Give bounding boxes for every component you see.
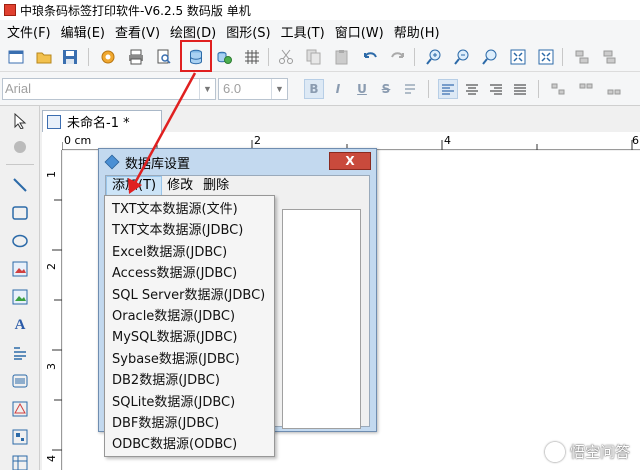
format-toolbar: Arial ▼ 6.0 ▼ B I U S bbox=[0, 72, 640, 106]
menu-item-mysql-jdbc[interactable]: MySQL数据源(JDBC) bbox=[105, 327, 274, 348]
add-data-source-menu: TXT文本数据源(文件) TXT文本数据源(JDBC) Excel数据源(JDB… bbox=[104, 195, 275, 457]
app-icon bbox=[4, 4, 16, 16]
menu-item-sqlite-jdbc[interactable]: SQLite数据源(JDBC) bbox=[105, 392, 274, 413]
select-pointer-icon[interactable] bbox=[9, 110, 31, 132]
print-icon[interactable] bbox=[126, 47, 146, 67]
save-icon[interactable] bbox=[60, 47, 80, 67]
main-toolbar bbox=[0, 42, 640, 72]
undo-icon[interactable] bbox=[360, 47, 380, 67]
font-family-value: Arial bbox=[5, 81, 32, 96]
image-tool-icon[interactable] bbox=[9, 258, 31, 280]
fit-page-icon[interactable] bbox=[508, 47, 528, 67]
dialog-title: 数据库设置 bbox=[125, 156, 191, 172]
menu-item-sybase-jdbc[interactable]: Sybase数据源(JDBC) bbox=[105, 349, 274, 370]
distribute-3-icon[interactable] bbox=[604, 79, 624, 99]
menu-tools[interactable]: 工具(T) bbox=[276, 22, 330, 41]
cut-icon[interactable] bbox=[276, 47, 296, 67]
menu-draw[interactable]: 绘图(D) bbox=[165, 22, 221, 41]
window-title: 中琅条码标签打印软件-V6.2.5 数码版 单机 bbox=[20, 3, 251, 18]
zoom-out-icon[interactable] bbox=[452, 47, 472, 67]
font-size-value: 6.0 bbox=[223, 81, 242, 96]
shape-tool-icon[interactable] bbox=[9, 398, 31, 420]
watermark-text: 悟空问答 bbox=[569, 443, 630, 461]
underline-button[interactable]: U bbox=[352, 79, 372, 99]
open-folder-icon[interactable] bbox=[34, 47, 54, 67]
picture-tool-icon[interactable] bbox=[9, 286, 31, 308]
font-family-select[interactable]: Arial ▼ bbox=[2, 78, 216, 100]
chevron-down-icon[interactable]: ▼ bbox=[199, 79, 215, 99]
bold-button[interactable]: B bbox=[304, 79, 324, 99]
settings-gear-icon[interactable] bbox=[98, 47, 118, 67]
strikethrough-button[interactable]: S bbox=[376, 79, 396, 99]
italic-button[interactable]: I bbox=[328, 79, 348, 99]
grid-icon[interactable] bbox=[242, 47, 262, 67]
ellipse-tool-icon[interactable] bbox=[9, 230, 31, 252]
menu-item-txt-jdbc[interactable]: TXT文本数据源(JDBC) bbox=[105, 220, 274, 241]
menu-shape[interactable]: 图形(S) bbox=[221, 22, 275, 41]
barcode-tool-icon[interactable] bbox=[9, 370, 31, 392]
menu-item-dbf-jdbc[interactable]: DBF数据源(JDBC) bbox=[105, 413, 274, 434]
align-center-icon[interactable] bbox=[462, 79, 482, 99]
menu-item-access-jdbc[interactable]: Access数据源(JDBC) bbox=[105, 263, 274, 284]
watermark-logo-icon bbox=[544, 441, 565, 462]
menu-modify[interactable]: 修改 bbox=[162, 176, 198, 196]
menu-item-txt-file[interactable]: TXT文本数据源(文件) bbox=[105, 199, 274, 220]
table-tool-icon[interactable] bbox=[9, 452, 31, 470]
menu-window[interactable]: 窗口(W) bbox=[330, 22, 389, 41]
vertical-ruler: 1 2 3 4 bbox=[42, 150, 62, 470]
highlight-box bbox=[180, 40, 212, 72]
actual-size-icon[interactable] bbox=[536, 47, 556, 67]
copy-icon[interactable] bbox=[304, 47, 324, 67]
title-bar: 中琅条码标签打印软件-V6.2.5 数码版 单机 bbox=[0, 0, 640, 20]
menu-item-db2-jdbc[interactable]: DB2数据源(JDBC) bbox=[105, 370, 274, 391]
close-button[interactable]: X bbox=[329, 152, 371, 170]
align-tool-2-icon[interactable] bbox=[600, 47, 620, 67]
align-right-icon[interactable] bbox=[486, 79, 506, 99]
text-direction-icon[interactable] bbox=[400, 79, 420, 99]
menu-view[interactable]: 查看(V) bbox=[110, 22, 165, 41]
dialog-title-bar: 数据库设置 bbox=[104, 153, 191, 172]
zoom-in-icon[interactable] bbox=[424, 47, 444, 67]
align-left-icon[interactable] bbox=[438, 79, 458, 99]
dialog-menu-bar: 添加(T) 修改 删除 bbox=[106, 176, 369, 196]
menu-delete[interactable]: 删除 bbox=[198, 176, 234, 196]
dialog-app-icon bbox=[104, 154, 120, 170]
database-link-icon[interactable] bbox=[214, 47, 234, 67]
text-tool-icon[interactable]: A bbox=[9, 314, 31, 336]
print-preview-icon[interactable] bbox=[154, 47, 174, 67]
menu-item-oracle-jdbc[interactable]: Oracle数据源(JDBC) bbox=[105, 306, 274, 327]
line-tool-icon[interactable] bbox=[9, 174, 31, 196]
chevron-down-icon[interactable]: ▼ bbox=[271, 79, 287, 99]
qrcode-tool-icon[interactable] bbox=[9, 426, 31, 448]
paste-icon[interactable] bbox=[332, 47, 352, 67]
menu-item-sqlserver-jdbc[interactable]: SQL Server数据源(JDBC) bbox=[105, 285, 274, 306]
menu-help[interactable]: 帮助(H) bbox=[389, 22, 445, 41]
menu-edit[interactable]: 编辑(E) bbox=[56, 22, 110, 41]
justify-icon[interactable] bbox=[510, 79, 530, 99]
document-icon bbox=[47, 114, 61, 129]
rectangle-tool-icon[interactable] bbox=[9, 202, 31, 224]
distribute-icon[interactable] bbox=[548, 79, 568, 99]
pan-tool-icon[interactable] bbox=[9, 136, 31, 158]
rich-text-tool-icon[interactable] bbox=[9, 342, 31, 364]
data-source-list[interactable] bbox=[282, 209, 361, 429]
drawing-tools-panel: A bbox=[0, 106, 40, 470]
document-tab-label: 未命名-1 * bbox=[67, 116, 130, 131]
new-file-icon[interactable] bbox=[6, 47, 26, 67]
watermark: 悟空问答 bbox=[544, 441, 630, 462]
ruler-corner bbox=[42, 132, 62, 150]
document-tab[interactable]: 未命名-1 * bbox=[42, 110, 162, 132]
menu-add[interactable]: 添加(T) bbox=[106, 176, 163, 196]
distribute-2-icon[interactable] bbox=[576, 79, 596, 99]
redo-icon[interactable] bbox=[388, 47, 408, 67]
align-tool-icon[interactable] bbox=[572, 47, 592, 67]
menu-bar: 文件(F) 编辑(E) 查看(V) 绘图(D) 图形(S) 工具(T) 窗口(W… bbox=[0, 20, 640, 42]
menu-file[interactable]: 文件(F) bbox=[2, 22, 56, 41]
zoom-fit-icon[interactable] bbox=[480, 47, 500, 67]
font-size-select[interactable]: 6.0 ▼ bbox=[218, 78, 288, 100]
menu-item-odbc[interactable]: ODBC数据源(ODBC) bbox=[105, 434, 274, 455]
menu-item-excel-jdbc[interactable]: Excel数据源(JDBC) bbox=[105, 242, 274, 263]
